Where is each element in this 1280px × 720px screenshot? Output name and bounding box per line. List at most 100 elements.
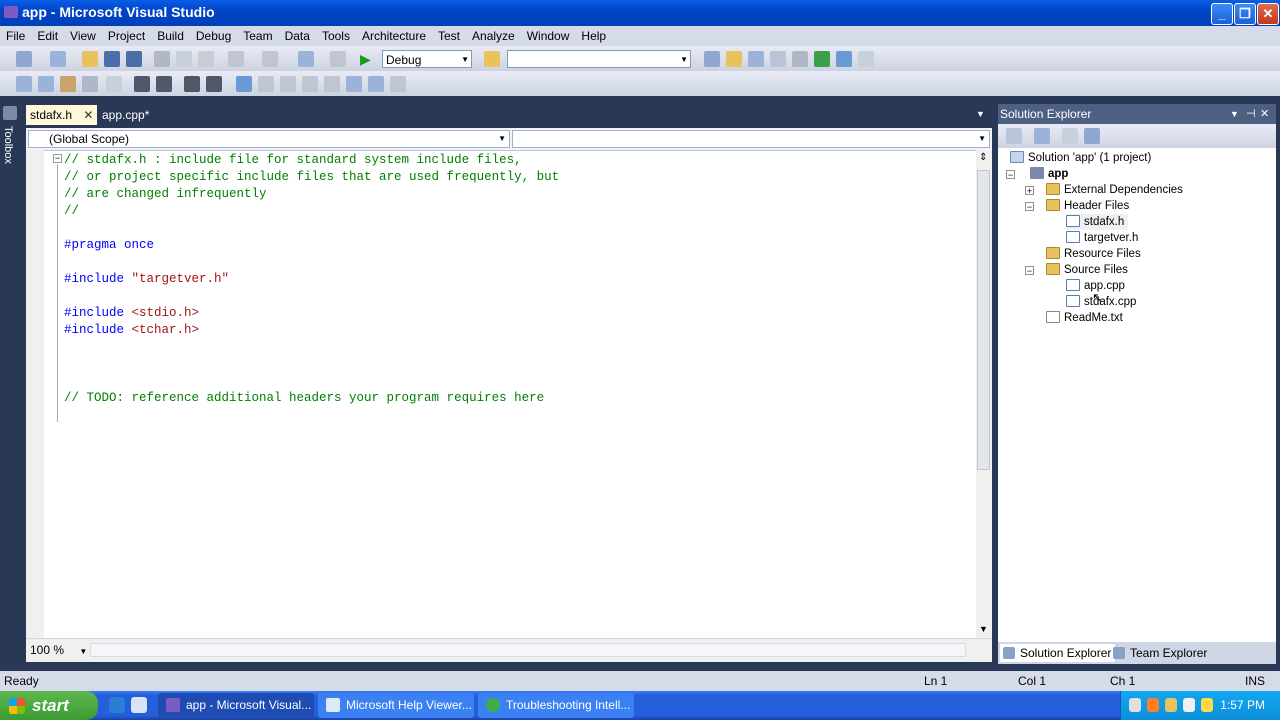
tree-header-files[interactable]: Header Files — [1046, 198, 1129, 214]
taskbar-button-troubleshooting[interactable]: Troubleshooting Intell... — [478, 693, 634, 718]
menu-help[interactable]: Help — [575, 26, 612, 43]
code-line[interactable]: // or project specific include files tha… — [64, 169, 559, 186]
navigate-forward-icon[interactable] — [330, 51, 346, 67]
collapse-icon[interactable]: − — [1025, 202, 1034, 212]
code-line[interactable]: // TODO: reference additional headers yo… — [64, 390, 559, 407]
menu-team[interactable]: Team — [237, 26, 278, 43]
code-line[interactable] — [64, 339, 559, 356]
expand-icon[interactable]: + — [1025, 186, 1034, 196]
add-item-icon[interactable] — [50, 51, 66, 67]
editor-gutter[interactable] — [26, 150, 44, 638]
zoom-dropdown[interactable]: 100 % ▼ — [30, 643, 87, 657]
taskbar-button-help-viewer[interactable]: Microsoft Help Viewer... — [318, 693, 474, 718]
menu-analyze[interactable]: Analyze — [466, 26, 521, 43]
decrease-indent-icon[interactable] — [156, 76, 172, 92]
horizontal-scrollbar[interactable] — [90, 643, 966, 657]
menu-tools[interactable]: Tools — [316, 26, 356, 43]
code-line[interactable]: // — [64, 203, 559, 220]
previous-bookmark-icon[interactable] — [258, 76, 274, 92]
tree-targetver-h[interactable]: targetver.h — [1066, 230, 1138, 246]
scope-dropdown[interactable]: (Global Scope) ▼ — [28, 130, 510, 148]
code-line[interactable]: #include <tchar.h> — [64, 322, 559, 339]
indent-icon[interactable] — [134, 76, 150, 92]
tree-project-app[interactable]: app — [1030, 166, 1068, 182]
find-icon[interactable] — [704, 51, 720, 67]
tray-app-icon[interactable] — [1147, 698, 1159, 712]
maximize-button[interactable]: ❐ — [1234, 3, 1256, 25]
window-position-icon[interactable]: ▼ — [1230, 104, 1239, 124]
extension-manager-icon[interactable] — [836, 51, 852, 67]
clear-bookmarks-icon[interactable] — [390, 76, 406, 92]
menu-debug[interactable]: Debug — [190, 26, 237, 43]
start-debugging-icon[interactable]: ▶ — [360, 51, 376, 67]
find-combo[interactable]: ▼ — [507, 50, 691, 68]
scrollbar-thumb[interactable] — [977, 170, 990, 470]
menu-window[interactable]: Window — [521, 26, 576, 43]
next-bookmark-icon[interactable] — [280, 76, 296, 92]
close-icon[interactable]: ✕ — [83, 108, 93, 122]
menu-data[interactable]: Data — [279, 26, 316, 43]
copy-icon[interactable] — [176, 51, 192, 67]
collapse-icon[interactable]: − — [53, 154, 62, 163]
tree-external-dependencies[interactable]: External Dependencies — [1046, 182, 1183, 198]
minimize-button[interactable]: _ — [1211, 3, 1233, 25]
member-dropdown[interactable]: ▼ — [512, 130, 990, 148]
paste-icon[interactable] — [198, 51, 214, 67]
uncomment-icon[interactable] — [206, 76, 222, 92]
code-editor[interactable]: (Global Scope) ▼ ▼ − // stdafx.h : inclu… — [26, 128, 992, 662]
tree-resource-files[interactable]: Resource Files — [1046, 246, 1141, 262]
redo-icon[interactable] — [262, 51, 278, 67]
object-browser-icon[interactable] — [770, 51, 786, 67]
network-icon[interactable] — [1129, 698, 1141, 712]
tab-stdafx-h[interactable]: stdafx.h ✕ — [26, 105, 98, 125]
undo-icon[interactable] — [228, 51, 244, 67]
close-icon[interactable]: ✕ — [1260, 104, 1269, 124]
previous-bookmark-folder-icon[interactable] — [302, 76, 318, 92]
navigate-backward-icon[interactable] — [298, 51, 314, 67]
toggle-bookmark-icon[interactable] — [236, 76, 252, 92]
code-line[interactable]: #pragma once — [64, 237, 559, 254]
properties-icon[interactable] — [1006, 128, 1022, 144]
pin-icon[interactable]: ⊣ — [1246, 104, 1256, 124]
complete-word-icon[interactable] — [82, 76, 98, 92]
refresh-icon[interactable] — [1062, 128, 1078, 144]
find-in-files-icon[interactable] — [484, 51, 500, 67]
internet-explorer-icon[interactable] — [109, 697, 125, 713]
security-shield-icon[interactable] — [1165, 698, 1177, 712]
save-icon[interactable] — [104, 51, 120, 67]
split-icon[interactable]: ⇕ — [979, 152, 987, 163]
show-all-files-icon[interactable] — [1034, 128, 1050, 144]
collapse-icon[interactable]: − — [1025, 266, 1034, 276]
tree-stdafx-h[interactable]: stdafx.h — [1066, 214, 1129, 230]
next-bookmark-document-icon[interactable] — [368, 76, 384, 92]
parameter-info-icon[interactable] — [38, 76, 54, 92]
toolbox-strip[interactable]: Toolbox — [0, 100, 20, 672]
save-all-icon[interactable] — [126, 51, 142, 67]
new-project-icon[interactable] — [16, 51, 32, 67]
code-line[interactable]: // stdafx.h : include file for standard … — [64, 152, 559, 169]
outdent-icon[interactable] — [106, 76, 122, 92]
menu-file[interactable]: File — [0, 26, 31, 43]
code-text[interactable]: // stdafx.h : include file for standard … — [64, 152, 559, 407]
tree-readme[interactable]: ReadMe.txt — [1046, 310, 1123, 326]
code-line[interactable] — [64, 356, 559, 373]
tab-app-cpp[interactable]: app.cpp* — [98, 105, 153, 125]
menu-architecture[interactable]: Architecture — [356, 26, 432, 43]
menu-test[interactable]: Test — [432, 26, 466, 43]
taskbar-button-visual-studio[interactable]: app - Microsoft Visual... — [158, 693, 314, 718]
code-line[interactable] — [64, 288, 559, 305]
next-bookmark-folder-icon[interactable] — [324, 76, 340, 92]
comment-icon[interactable] — [184, 76, 200, 92]
command-window-icon[interactable] — [858, 51, 874, 67]
code-line[interactable] — [64, 220, 559, 237]
menu-view[interactable]: View — [64, 26, 102, 43]
open-file-icon[interactable] — [82, 51, 98, 67]
cut-icon[interactable] — [154, 51, 170, 67]
vertical-scrollbar[interactable]: ⇕ ▼ — [976, 150, 992, 638]
volume-icon[interactable] — [1183, 698, 1195, 712]
code-line[interactable] — [64, 373, 559, 390]
menu-project[interactable]: Project — [102, 26, 151, 43]
scroll-down-icon[interactable]: ▼ — [979, 624, 988, 634]
list-members-icon[interactable] — [16, 76, 32, 92]
tab-solution-explorer[interactable]: Solution Explorer — [1000, 644, 1116, 662]
